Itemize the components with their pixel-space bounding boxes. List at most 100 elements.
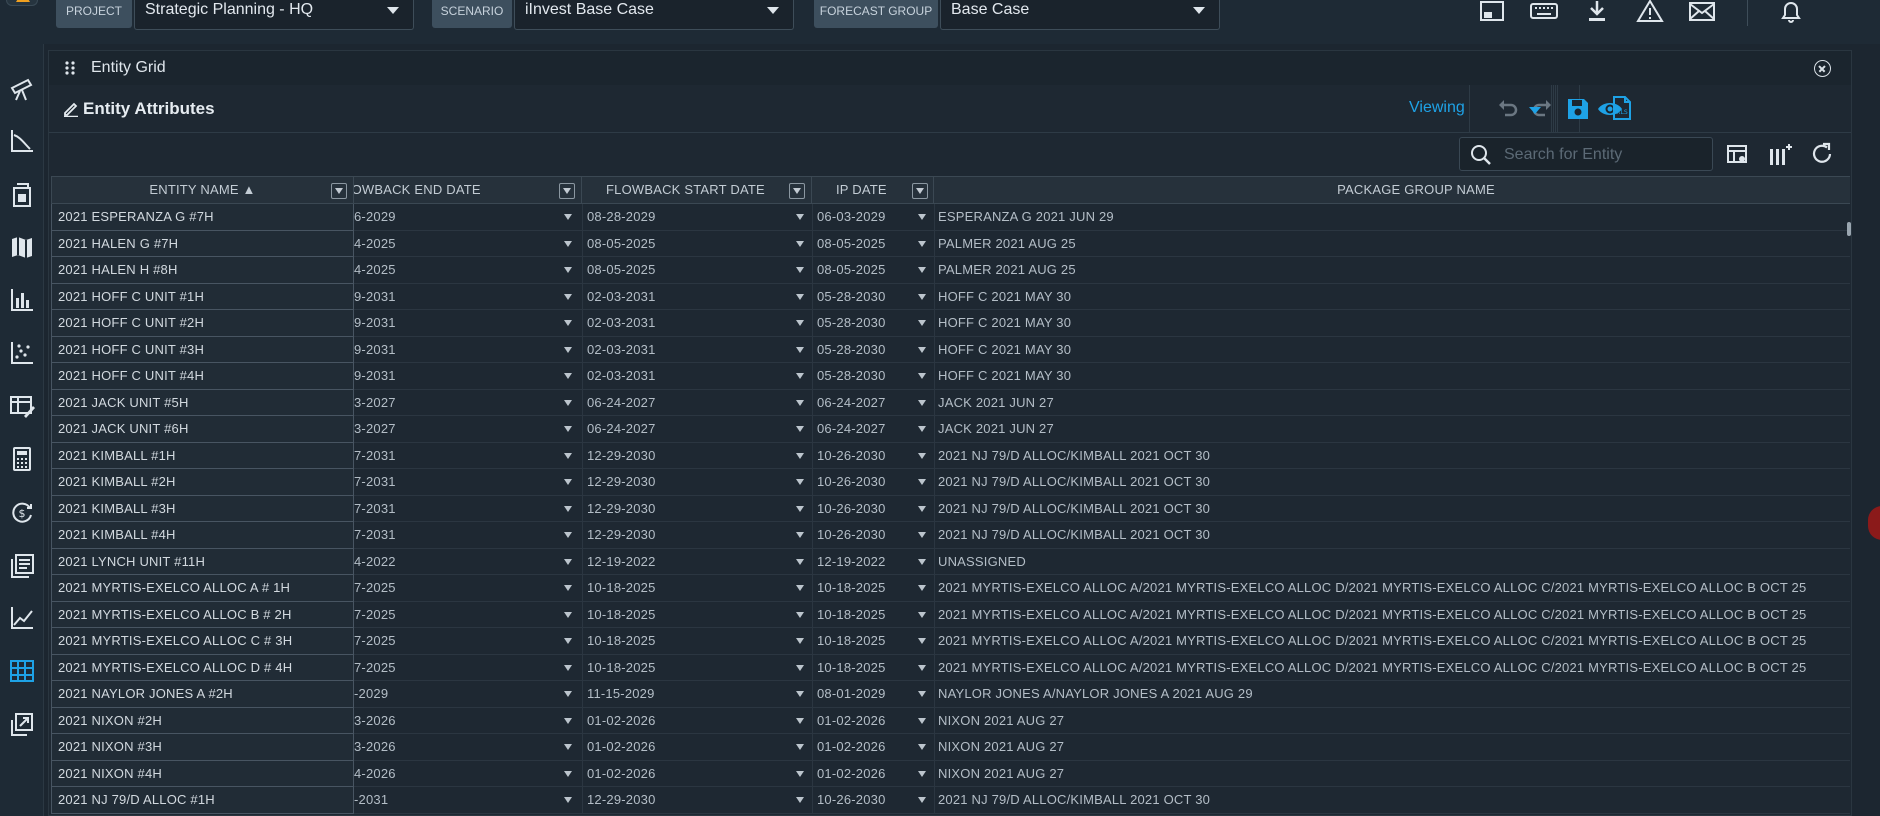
flowback-start-date-cell[interactable]: 12-29-2030	[587, 522, 787, 549]
flowback-start-date-cell[interactable]: 12-29-2030	[587, 443, 787, 470]
flowback-end-date-cell[interactable]: 3-2026	[354, 734, 554, 761]
dropdown-caret-icon[interactable]	[564, 320, 572, 326]
view-mode-label[interactable]: Viewing	[1409, 99, 1465, 117]
package-group-name-cell[interactable]: NIXON 2021 AUG 27	[938, 734, 1848, 761]
package-group-name-cell[interactable]: 2021 NJ 79/D ALLOC/KIMBALL 2021 OCT 30	[938, 443, 1848, 470]
dropdown-caret-icon[interactable]	[796, 214, 804, 220]
dropdown-caret-icon[interactable]	[796, 293, 804, 300]
package-group-name-cell[interactable]: 2021 MYRTIS-EXELCO ALLOC A/2021 MYRTIS-E…	[938, 575, 1848, 602]
flowback-end-date-cell[interactable]: 7-2025	[354, 602, 554, 629]
flowback-start-date-cell[interactable]: 06-24-2027	[587, 390, 787, 417]
dropdown-caret-icon[interactable]	[564, 611, 572, 618]
ip-date-cell[interactable]: 10-26-2030	[817, 469, 917, 496]
dropdown-caret-icon[interactable]	[564, 744, 572, 750]
filter-icon[interactable]	[912, 183, 928, 199]
package-group-name-cell[interactable]: 2021 NJ 79/D ALLOC/KIMBALL 2021 OCT 30	[938, 469, 1848, 496]
flowback-end-date-cell[interactable]: 9-2031	[354, 310, 554, 337]
dropdown-caret-icon[interactable]	[796, 532, 804, 538]
dropdown-caret-icon[interactable]	[796, 320, 804, 326]
entity-name-cell[interactable]: 2021 HOFF C UNIT #3H	[51, 336, 354, 363]
ip-date-cell[interactable]: 05-28-2030	[817, 337, 917, 364]
line-chart-icon[interactable]	[8, 604, 36, 632]
entity-name-cell[interactable]: 2021 ESPERANZA G #7H	[51, 204, 354, 231]
flowback-end-date-cell[interactable]: -2031	[354, 787, 554, 814]
project-select[interactable]: Strategic Planning - HQ	[134, 0, 414, 30]
dropdown-caret-icon[interactable]	[564, 558, 572, 565]
dropdown-caret-icon[interactable]	[796, 664, 804, 671]
dropdown-caret-icon[interactable]	[564, 585, 572, 591]
dropdown-caret-icon[interactable]	[918, 664, 926, 671]
dropdown-caret-icon[interactable]	[796, 505, 804, 512]
flowback-start-date-cell[interactable]: 11-15-2029	[587, 681, 787, 708]
ip-date-cell[interactable]: 10-18-2025	[817, 575, 917, 602]
table-row[interactable]: 2021 NJ 79/D ALLOC #1H -2031 12-29-2030 10-…	[51, 787, 1850, 814]
table-row[interactable]: 2021 JACK UNIT #6H 3-2027 06-24-2027 06-24-…	[51, 416, 1850, 443]
dropdown-caret-icon[interactable]	[796, 479, 804, 485]
table-row[interactable]: 2021 ESPERANZA G #7H 6-2029 08-28-2029 06-0…	[51, 204, 1850, 231]
dropdown-caret-icon[interactable]	[564, 797, 572, 803]
entity-name-cell[interactable]: 2021 NIXON #3H	[51, 734, 354, 761]
table-row[interactable]: 2021 HALEN H #8H 4-2025 08-05-2025 08-05-20…	[51, 257, 1850, 284]
table-row[interactable]: 2021 KIMBALL #4H 7-2031 12-29-2030 10-26-20…	[51, 522, 1850, 549]
dropdown-caret-icon[interactable]	[796, 558, 804, 565]
table-row[interactable]: 2021 LYNCH UNIT #11H 4-2022 12-19-2022 12-1…	[51, 548, 1850, 576]
entity-name-cell[interactable]: 2021 HALEN H #8H	[51, 257, 354, 284]
entity-name-cell[interactable]: 2021 MYRTIS-EXELCO ALLOC D # 4H	[51, 654, 354, 681]
table-row[interactable]: 2021 MYRTIS-EXELCO ALLOC A # 1H 7-2025 10-…	[51, 575, 1850, 602]
column-settings-icon[interactable]	[1725, 142, 1751, 168]
save-icon[interactable]	[1565, 96, 1591, 122]
entity-name-cell[interactable]: 2021 HALEN G #7H	[51, 230, 354, 257]
entity-name-cell[interactable]: 2021 HOFF C UNIT #2H	[51, 310, 354, 337]
table-row[interactable]: 2021 KIMBALL #1H 7-2031 12-29-2030 10-26-20…	[51, 442, 1850, 470]
dropdown-caret-icon[interactable]	[918, 214, 926, 220]
package-group-name-cell[interactable]: 2021 MYRTIS-EXELCO ALLOC A/2021 MYRTIS-E…	[938, 628, 1848, 655]
export-icon[interactable]	[8, 710, 36, 738]
entity-name-cell[interactable]: 2021 MYRTIS-EXELCO ALLOC B # 2H	[51, 601, 354, 628]
dropdown-caret-icon[interactable]	[796, 611, 804, 618]
package-group-name-cell[interactable]: PALMER 2021 AUG 25	[938, 257, 1848, 284]
undo-icon[interactable]	[1495, 96, 1521, 122]
table-row[interactable]: 2021 NIXON #2H 3-2026 01-02-2026 01-02-2026…	[51, 707, 1850, 734]
mail-icon[interactable]	[1688, 0, 1716, 24]
ip-date-cell[interactable]: 10-26-2030	[817, 443, 917, 470]
dropdown-caret-icon[interactable]	[564, 664, 572, 671]
grid-icon[interactable]	[8, 657, 36, 685]
keyboard-icon[interactable]	[1530, 0, 1558, 24]
bell-icon[interactable]	[1777, 0, 1805, 24]
table-row[interactable]: 2021 HOFF C UNIT #4H 9-2031 02-03-2031 05-2…	[51, 363, 1850, 390]
flowback-start-date-cell[interactable]: 02-03-2031	[587, 363, 787, 390]
vertical-scrollbar[interactable]	[1847, 222, 1851, 236]
warning-icon[interactable]	[1636, 0, 1664, 24]
dropdown-caret-icon[interactable]	[796, 691, 804, 697]
dropdown-caret-icon[interactable]	[564, 240, 572, 247]
flowback-end-date-cell[interactable]: 9-2031	[354, 284, 554, 311]
ip-date-cell[interactable]: 08-05-2025	[817, 257, 917, 284]
dropdown-caret-icon[interactable]	[564, 373, 572, 379]
flowback-end-date-cell[interactable]: 7-2031	[354, 522, 554, 549]
library-icon[interactable]	[8, 551, 36, 579]
flowback-end-date-cell[interactable]: -2029	[354, 681, 554, 708]
flowback-end-date-cell[interactable]: 3-2027	[354, 390, 554, 417]
tablet-icon[interactable]	[1478, 0, 1506, 24]
package-group-name-cell[interactable]: JACK 2021 JUN 27	[938, 390, 1848, 417]
flowback-start-date-cell[interactable]: 02-03-2031	[587, 284, 787, 311]
close-icon[interactable]	[1814, 60, 1831, 77]
dropdown-caret-icon[interactable]	[918, 717, 926, 724]
ip-date-cell[interactable]: 06-24-2027	[817, 390, 917, 417]
package-group-name-cell[interactable]: HOFF C 2021 MAY 30	[938, 363, 1848, 390]
dropdown-caret-icon[interactable]	[796, 267, 804, 273]
dropdown-caret-icon[interactable]	[918, 240, 926, 247]
dropdown-caret-icon[interactable]	[918, 558, 926, 565]
flowback-end-date-cell[interactable]: 7-2031	[354, 469, 554, 496]
column-header-flowback-end-date[interactable]: FLOWBACK END DATE	[354, 176, 582, 204]
side-tab[interactable]	[1868, 506, 1880, 540]
ip-date-cell[interactable]: 12-19-2022	[817, 549, 917, 576]
entity-name-cell[interactable]: 2021 NIXON #4H	[51, 760, 354, 787]
scenario-select[interactable]: iInvest Base Case	[514, 0, 794, 30]
entity-name-cell[interactable]: 2021 HOFF C UNIT #1H	[51, 283, 354, 310]
flowback-end-date-cell[interactable]: 7-2025	[354, 575, 554, 602]
entity-name-cell[interactable]: 2021 NJ 79/D ALLOC #1H	[51, 787, 354, 814]
entity-name-cell[interactable]: 2021 JACK UNIT #5H	[51, 389, 354, 416]
dropdown-caret-icon[interactable]	[918, 611, 926, 618]
table-row[interactable]: 2021 KIMBALL #3H 7-2031 12-29-2030 10-26-20…	[51, 495, 1850, 522]
